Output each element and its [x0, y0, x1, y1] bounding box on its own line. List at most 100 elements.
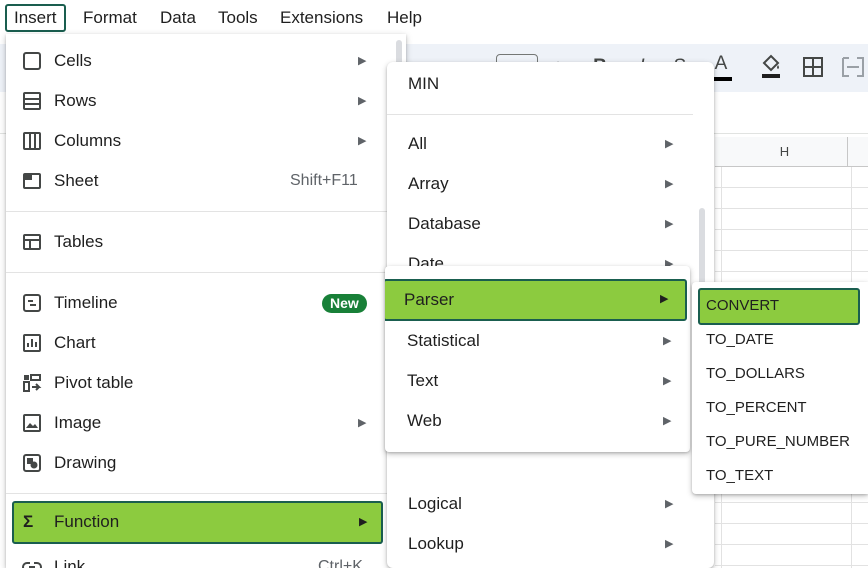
menu-item-text[interactable]: Text ▶	[385, 361, 685, 401]
menu-item-web[interactable]: Web ▶	[385, 401, 685, 441]
column-header-i[interactable]	[848, 137, 868, 167]
chart-icon	[23, 334, 41, 352]
menu-item-all[interactable]: All ▶	[387, 124, 687, 164]
chart-label: Chart	[54, 333, 96, 352]
menu-item-columns[interactable]: Columns ▶	[6, 121, 386, 161]
sigma-icon: Σ	[23, 512, 34, 531]
cell-square-icon	[23, 52, 41, 70]
menu-item-pivot-table[interactable]: Pivot table	[6, 363, 386, 403]
chevron-right-icon: ▶	[665, 538, 674, 550]
parser-submenu: CONVERT TO_DATE TO_DOLLARS TO_PERCENT TO…	[692, 282, 868, 494]
menu-item-function[interactable]: Σ Function ▶	[12, 501, 383, 544]
function-label: Function	[54, 512, 120, 531]
menu-item-logical[interactable]: Logical ▶	[387, 484, 687, 524]
menu-data[interactable]: Data	[152, 4, 204, 32]
menu-item-database[interactable]: Database ▶	[387, 204, 687, 244]
menu-item-cells[interactable]: Cells ▶	[6, 41, 386, 81]
chevron-right-icon: ▶	[358, 55, 367, 67]
menu-divider	[387, 114, 693, 115]
menu-tools[interactable]: Tools	[210, 4, 266, 32]
merge-cells-icon[interactable]	[840, 52, 866, 82]
menu-item-to-text[interactable]: TO_TEXT	[692, 459, 862, 493]
insert-menu: Cells ▶ Rows ▶ Columns ▶ Sheet Shift+F11…	[6, 34, 406, 568]
chevron-right-icon: ▶	[665, 138, 674, 150]
date-label: Date	[408, 254, 444, 266]
menu-item-to-percent[interactable]: TO_PERCENT	[692, 391, 862, 425]
image-icon	[23, 414, 41, 432]
statistical-label: Statistical	[407, 331, 480, 350]
menu-item-sheet[interactable]: Sheet Shift+F11	[6, 161, 386, 201]
menu-item-min[interactable]: MIN	[387, 64, 687, 104]
all-label: All	[408, 134, 427, 153]
menu-item-date[interactable]: Date ▶	[387, 244, 687, 266]
chevron-right-icon: ▶	[660, 293, 669, 305]
menu-item-chart[interactable]: Chart	[6, 323, 386, 363]
sheet-icon	[23, 173, 41, 189]
pivot-table-icon	[23, 374, 42, 392]
menu-insert[interactable]: Insert	[5, 4, 66, 32]
menu-item-link[interactable]: Link Ctrl+K	[6, 547, 386, 568]
drawing-label: Drawing	[54, 453, 117, 472]
pivot-table-label: Pivot table	[54, 373, 134, 392]
cells-label: Cells	[54, 51, 92, 70]
lookup-label: Lookup	[408, 534, 464, 553]
parser-label: Parser	[404, 290, 455, 309]
sheet-shortcut: Shift+F11	[290, 172, 358, 189]
link-icon	[22, 562, 42, 568]
chevron-right-icon: ▶	[663, 375, 672, 387]
chevron-right-icon: ▶	[663, 415, 672, 427]
chevron-right-icon: ▶	[663, 335, 672, 347]
menu-divider	[6, 211, 396, 212]
chevron-right-icon: ▶	[358, 417, 367, 429]
menu-item-statistical[interactable]: Statistical ▶	[385, 321, 685, 361]
columns-label: Columns	[54, 131, 122, 150]
chevron-right-icon: ▶	[358, 95, 367, 107]
text-label: Text	[407, 371, 439, 390]
columns-icon	[23, 132, 41, 150]
menu-item-to-date[interactable]: TO_DATE	[692, 323, 862, 357]
menu-divider	[6, 272, 396, 273]
menu-item-to-dollars[interactable]: TO_DOLLARS	[692, 357, 862, 391]
chevron-right-icon: ▶	[665, 498, 674, 510]
menu-item-drawing[interactable]: Drawing	[6, 443, 386, 483]
rows-label: Rows	[54, 91, 97, 110]
image-label: Image	[54, 413, 102, 432]
borders-icon[interactable]	[800, 52, 826, 82]
timeline-label: Timeline	[54, 293, 118, 312]
chevron-right-icon: ▶	[359, 516, 368, 528]
menu-item-timeline[interactable]: Timeline New	[6, 283, 386, 323]
tables-label: Tables	[54, 232, 104, 251]
menu-item-tables[interactable]: Tables	[6, 222, 386, 262]
chevron-right-icon: ▶	[665, 178, 674, 190]
chevron-right-icon: ▶	[358, 135, 367, 147]
timeline-icon	[23, 294, 41, 312]
database-label: Database	[408, 214, 481, 233]
table-icon	[23, 234, 41, 250]
menu-item-rows[interactable]: Rows ▶	[6, 81, 386, 121]
chevron-right-icon: ▶	[665, 258, 674, 266]
menu-bar: Insert Format Data Tools Extensions Help	[0, 0, 868, 36]
menu-item-array[interactable]: Array ▶	[387, 164, 687, 204]
menu-item-parser[interactable]: Parser ▶	[385, 279, 687, 321]
logical-label: Logical	[408, 494, 462, 513]
menu-format[interactable]: Format	[75, 4, 145, 32]
menu-item-to-pure-number[interactable]: TO_PURE_NUMBER	[692, 425, 862, 459]
menu-divider	[6, 493, 396, 494]
column-header-h[interactable]: H	[722, 137, 848, 167]
menu-item-lookup[interactable]: Lookup ▶	[387, 524, 687, 564]
drawing-icon	[23, 454, 41, 472]
chevron-right-icon: ▶	[665, 218, 674, 230]
min-label: MIN	[408, 74, 440, 93]
link-label: Link	[54, 557, 86, 568]
fill-color-icon[interactable]	[756, 52, 786, 82]
menu-extensions[interactable]: Extensions	[272, 4, 371, 32]
new-badge: New	[322, 294, 367, 313]
link-shortcut: Ctrl+K	[318, 558, 363, 568]
category-submenu: Parser ▶ Statistical ▶ Text ▶ Web ▶	[385, 266, 690, 452]
menu-item-convert[interactable]: CONVERT	[698, 288, 860, 325]
rows-icon	[23, 92, 41, 110]
menu-help[interactable]: Help	[379, 4, 430, 32]
menu-item-image[interactable]: Image ▶	[6, 403, 386, 443]
array-label: Array	[408, 174, 449, 193]
sheet-label: Sheet	[54, 171, 99, 190]
